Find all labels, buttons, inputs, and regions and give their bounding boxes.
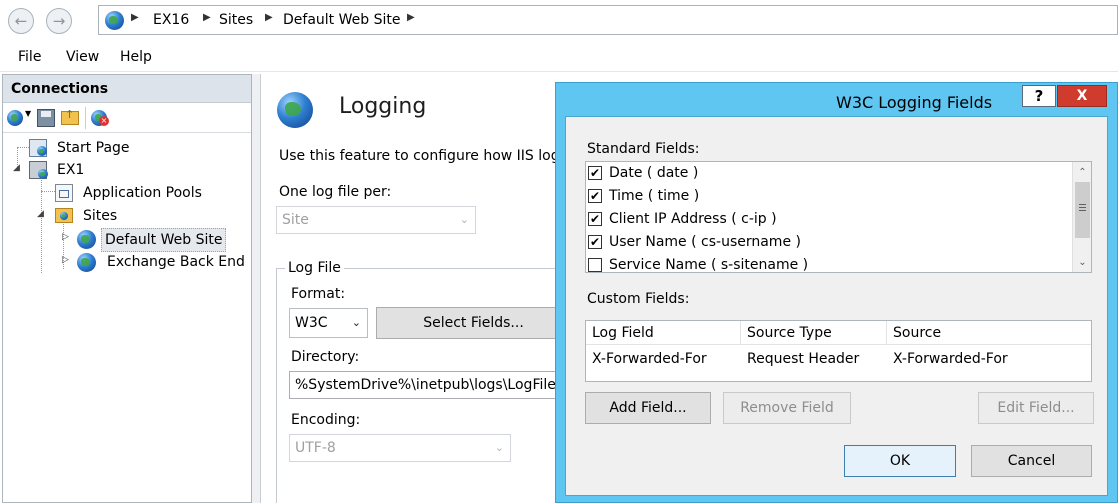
column-header-log-field[interactable]: Log Field: [586, 321, 741, 345]
dialog-body: Standard Fields: ✔ Date ( date ) ✔ Time …: [565, 116, 1108, 496]
checkbox[interactable]: ✔: [588, 235, 602, 249]
disconnect-icon[interactable]: ×: [91, 110, 109, 126]
table-cell: X-Forwarded-For: [893, 351, 1008, 367]
menu-help[interactable]: Help: [120, 49, 152, 65]
format-label: Format:: [291, 286, 346, 302]
chevron-down-icon: ⌄: [459, 213, 469, 226]
column-header-source[interactable]: Source: [887, 321, 1091, 345]
close-button[interactable]: X: [1057, 85, 1107, 107]
menu-view[interactable]: View: [66, 49, 99, 65]
ok-button[interactable]: OK: [844, 445, 956, 477]
menu-file[interactable]: File: [18, 49, 41, 65]
scroll-up-icon[interactable]: ⌃: [1074, 164, 1091, 181]
save-icon[interactable]: [37, 109, 55, 127]
dropdown-arrow-icon[interactable]: ▼: [25, 109, 31, 118]
standard-fields-label: Standard Fields:: [587, 141, 700, 157]
pane-splitter[interactable]: [252, 74, 260, 503]
checkbox[interactable]: ✔: [588, 166, 602, 180]
page-title: Logging: [339, 94, 427, 119]
column-header-source-type[interactable]: Source Type: [741, 321, 887, 345]
app-pools-icon: [55, 184, 73, 202]
feature-description: Use this feature to configure how IIS lo…: [279, 148, 586, 164]
web-site-icon: [77, 253, 96, 272]
log-file-group-label: Log File: [285, 260, 344, 276]
expand-arrow-icon[interactable]: ▷: [62, 255, 69, 265]
table-cell: X-Forwarded-For: [592, 351, 707, 367]
dialog-title: W3C Logging Fields: [836, 93, 993, 112]
table-cell: Request Header: [747, 351, 860, 367]
connections-pane: Connections ▼ ↑ × Start Page ◢ EX1 Appli…: [2, 74, 252, 503]
one-log-file-select[interactable]: Site ⌄: [276, 206, 476, 234]
breadcrumb-item-sites[interactable]: Sites: [219, 12, 253, 28]
field-label: Time ( time ): [609, 188, 700, 204]
checkbox[interactable]: ✔: [588, 189, 602, 203]
globe-icon: [105, 11, 124, 30]
up-folder-icon[interactable]: ↑: [61, 108, 79, 125]
sites-folder-icon: [55, 208, 73, 223]
collapse-arrow-icon[interactable]: ◢: [37, 209, 44, 219]
breadcrumb-separator-icon: ▶: [265, 12, 273, 23]
select-fields-button[interactable]: Select Fields...: [376, 307, 571, 339]
format-value: W3C: [295, 315, 328, 331]
server-icon: [29, 161, 48, 179]
chevron-down-icon: ⌄: [494, 441, 504, 454]
w3c-logging-fields-dialog: W3C Logging Fields ? X Standard Fields: …: [555, 82, 1118, 503]
tree-item-label: Application Pools: [83, 185, 202, 201]
tree-item-label: Default Web Site: [101, 228, 227, 252]
connections-title: Connections: [3, 75, 251, 103]
tree-item-label: Sites: [83, 208, 118, 224]
directory-label: Directory:: [291, 349, 360, 365]
breadcrumb-separator-icon: ▶: [203, 12, 211, 23]
field-label: User Name ( cs-username ): [609, 234, 801, 250]
field-label: Service Name ( s-sitename ): [609, 257, 809, 273]
scroll-down-icon[interactable]: ⌄: [1074, 254, 1091, 271]
chevron-down-icon: ⌄: [351, 316, 361, 329]
tree-item-label: Exchange Back End: [107, 254, 245, 270]
standard-fields-list[interactable]: ✔ Date ( date ) ✔ Time ( time ) ✔ Client…: [585, 161, 1092, 273]
breadcrumb-item-ex16[interactable]: EX16: [153, 12, 189, 28]
field-label: Date ( date ): [609, 165, 699, 181]
remove-field-button[interactable]: Remove Field: [723, 392, 851, 424]
tree-item-label: Start Page: [57, 140, 130, 156]
toolbar-divider: [85, 107, 86, 129]
cancel-button[interactable]: Cancel: [971, 445, 1092, 477]
breadcrumb[interactable]: ▶ EX16 ▶ Sites ▶ Default Web Site ▶: [98, 5, 1118, 35]
standard-fields-scrollbar[interactable]: ⌃ ⌄: [1072, 162, 1091, 272]
directory-input[interactable]: %SystemDrive%\inetpub\logs\LogFiles: [289, 371, 559, 399]
scroll-thumb[interactable]: [1075, 182, 1090, 238]
field-label: Client IP Address ( c-ip ): [609, 211, 777, 227]
format-select[interactable]: W3C ⌄: [289, 308, 368, 338]
collapse-arrow-icon[interactable]: ◢: [13, 163, 20, 173]
breadcrumb-item-default-web-site[interactable]: Default Web Site: [283, 12, 400, 28]
breadcrumb-separator-icon: ▶: [131, 12, 139, 23]
edit-field-button[interactable]: Edit Field...: [978, 392, 1094, 424]
back-arrow-icon[interactable]: ←: [8, 8, 34, 34]
custom-fields-table[interactable]: Log Field Source Type Source X-Forwarded…: [585, 320, 1092, 382]
globe-connect-icon[interactable]: [7, 110, 23, 126]
checkbox[interactable]: ✔: [588, 212, 602, 226]
expand-arrow-icon[interactable]: ▷: [62, 232, 69, 242]
connections-toolbar: ▼ ↑ ×: [3, 103, 251, 133]
logging-feature-panel: Logging Use this feature to configure ho…: [260, 74, 585, 503]
forward-arrow-icon[interactable]: →: [46, 8, 72, 34]
web-site-icon: [77, 230, 96, 249]
tree-item-label: EX1: [57, 162, 85, 178]
address-bar: ← → ▶ EX16 ▶ Sites ▶ Default Web Site ▶: [0, 0, 1118, 44]
encoding-select[interactable]: UTF-8 ⌄: [289, 434, 511, 462]
menu-bar: File View Help: [0, 44, 1118, 72]
encoding-label: Encoding:: [291, 412, 361, 428]
add-field-button[interactable]: Add Field...: [585, 392, 711, 424]
one-log-file-value: Site: [282, 212, 309, 228]
checkbox[interactable]: [588, 258, 602, 272]
logging-globe-icon: [277, 92, 313, 128]
start-page-icon: [29, 139, 47, 157]
one-log-file-label: One log file per:: [279, 184, 392, 200]
breadcrumb-separator-icon: ▶: [407, 12, 415, 23]
custom-fields-label: Custom Fields:: [587, 291, 690, 307]
help-button[interactable]: ?: [1022, 85, 1056, 107]
encoding-value: UTF-8: [295, 440, 336, 456]
